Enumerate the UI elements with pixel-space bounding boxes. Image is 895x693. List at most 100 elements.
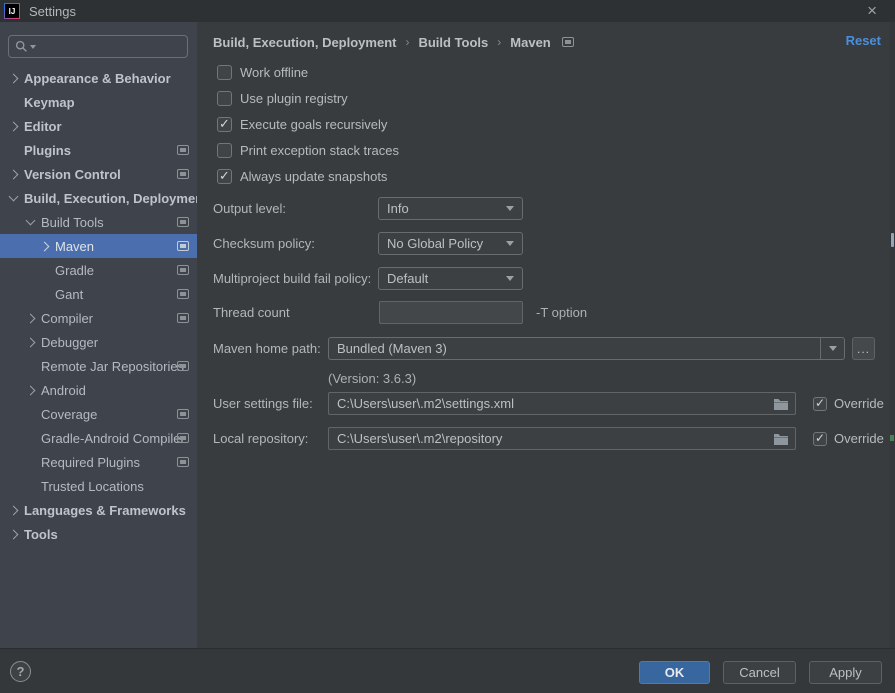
folder-icon[interactable]	[773, 432, 789, 446]
settings-sidebar: Appearance & Behavior Keymap Editor Plug…	[0, 22, 197, 648]
reset-link[interactable]: Reset	[846, 33, 881, 48]
checkbox-row-work-offline: ✓ Work offline	[217, 63, 399, 81]
screen-settings-icon	[177, 361, 189, 371]
checkbox[interactable]: ✓	[217, 91, 232, 106]
screen-settings-icon	[177, 169, 189, 179]
checkbox[interactable]: ✓	[217, 65, 232, 80]
settings-dialog: Settings × Appearance & Behavior Keymap …	[0, 0, 895, 693]
screen-settings-icon	[177, 433, 189, 443]
checksum-policy-select[interactable]: No Global Policy	[378, 232, 523, 255]
chevron-right-icon	[9, 529, 19, 539]
screen-settings-icon	[177, 265, 189, 275]
sidebar-item-label: Keymap	[24, 95, 75, 110]
screen-settings-icon	[177, 217, 189, 227]
checkmark-icon: ✓	[219, 168, 230, 184]
sidebar-item-coverage[interactable]: Coverage	[0, 402, 197, 426]
scrollbar-thumb[interactable]	[891, 233, 894, 247]
user-settings-input[interactable]	[328, 392, 796, 415]
search-icon	[15, 40, 28, 53]
sidebar-item-editor[interactable]: Editor	[0, 114, 197, 138]
sidebar-item-label: Tools	[24, 527, 58, 542]
sidebar-item-build-execution-deployment[interactable]: Build, Execution, Deployment	[0, 186, 197, 210]
dropdown-arrow-button[interactable]	[820, 338, 844, 359]
chevron-right-icon	[26, 313, 36, 323]
sidebar-item-label: Appearance & Behavior	[24, 71, 171, 86]
breadcrumb: Build, Execution, Deployment › Build Too…	[213, 32, 574, 52]
checkbox[interactable]: ✓	[217, 143, 232, 158]
user-settings-override: ✓ Override	[813, 392, 884, 415]
checkbox-row-execute-goals-recursively: ✓ Execute goals recursively	[217, 115, 399, 133]
thread-count-hint: -T option	[536, 305, 587, 320]
maven-home-select[interactable]: Bundled (Maven 3)	[328, 337, 845, 360]
sidebar-item-languages-frameworks[interactable]: Languages & Frameworks	[0, 498, 197, 522]
close-icon[interactable]: ×	[867, 0, 877, 22]
chevron-right-icon	[26, 385, 36, 395]
sidebar-item-label: Android	[41, 383, 86, 398]
sidebar-item-label: Editor	[24, 119, 62, 134]
sidebar-item-version-control[interactable]: Version Control	[0, 162, 197, 186]
sidebar-item-label: Required Plugins	[41, 455, 140, 470]
checkmark-icon: ✓	[815, 396, 825, 410]
sidebar-item-tools[interactable]: Tools	[0, 522, 197, 546]
sidebar-item-keymap[interactable]: Keymap	[0, 90, 197, 114]
sidebar-item-trusted-locations[interactable]: Trusted Locations	[0, 474, 197, 498]
browse-button[interactable]: ...	[852, 337, 875, 360]
sidebar-item-label: Maven	[55, 239, 94, 254]
override-checkbox[interactable]: ✓	[813, 397, 827, 411]
sidebar-item-label: Plugins	[24, 143, 71, 158]
window-title: Settings	[29, 4, 76, 19]
sidebar-item-gant[interactable]: Gant	[0, 282, 197, 306]
sidebar-item-build-tools[interactable]: Build Tools	[0, 210, 197, 234]
sidebar-item-label: Coverage	[41, 407, 97, 422]
checkbox-row-always-update-snapshots: ✓ Always update snapshots	[217, 167, 399, 185]
sidebar-item-plugins[interactable]: Plugins	[0, 138, 197, 162]
breadcrumb-item[interactable]: Build, Execution, Deployment	[213, 35, 396, 50]
breadcrumb-item[interactable]: Build Tools	[418, 35, 488, 50]
folder-icon[interactable]	[773, 397, 789, 411]
search-input[interactable]	[8, 35, 188, 58]
sidebar-item-debugger[interactable]: Debugger	[0, 330, 197, 354]
help-button[interactable]: ?	[10, 661, 31, 682]
sidebar-item-appearance-behavior[interactable]: Appearance & Behavior	[0, 66, 197, 90]
ok-button[interactable]: OK	[639, 661, 710, 684]
sidebar-item-compiler[interactable]: Compiler	[0, 306, 197, 330]
sidebar-item-maven[interactable]: Maven	[0, 234, 197, 258]
checkbox-row-print-exception-stack-traces: ✓ Print exception stack traces	[217, 141, 399, 159]
thread-count-input[interactable]	[379, 301, 523, 324]
sidebar-item-android[interactable]: Android	[0, 378, 197, 402]
sidebar-item-label: Languages & Frameworks	[24, 503, 186, 518]
sidebar-item-required-plugins[interactable]: Required Plugins	[0, 450, 197, 474]
dropdown-arrow-icon	[506, 206, 514, 211]
screen-settings-icon	[177, 409, 189, 419]
output-level-select[interactable]: Info	[378, 197, 523, 220]
sidebar-item-remote-jar-repositories[interactable]: Remote Jar Repositories	[0, 354, 197, 378]
select-value: No Global Policy	[387, 236, 483, 251]
chevron-right-icon	[40, 241, 50, 251]
checkmark-icon: ✓	[815, 431, 825, 445]
multiproject-policy-select[interactable]: Default	[378, 267, 523, 290]
override-label: Override	[834, 396, 884, 411]
cancel-button[interactable]: Cancel	[723, 661, 796, 684]
breadcrumb-item[interactable]: Maven	[510, 35, 550, 50]
local-repo-override: ✓ Override	[813, 427, 884, 450]
search-history-caret-icon[interactable]	[30, 45, 36, 49]
dropdown-arrow-icon	[506, 241, 514, 246]
multiproject-policy-label: Multiproject build fail policy:	[213, 267, 371, 290]
override-checkbox[interactable]: ✓	[813, 432, 827, 446]
maven-settings-panel: Build, Execution, Deployment › Build Too…	[197, 22, 895, 648]
chevron-down-icon	[9, 192, 19, 202]
sidebar-item-gradle-android-compiler[interactable]: Gradle-Android Compiler	[0, 426, 197, 450]
checkbox[interactable]: ✓	[217, 169, 232, 184]
screen-settings-icon	[177, 457, 189, 467]
scrollbar-track[interactable]	[890, 22, 895, 648]
output-level-label: Output level:	[213, 197, 286, 220]
breadcrumb-separator: ›	[497, 35, 501, 49]
chevron-down-icon	[26, 216, 36, 226]
sidebar-item-gradle[interactable]: Gradle	[0, 258, 197, 282]
apply-button[interactable]: Apply	[809, 661, 882, 684]
local-repo-input[interactable]	[328, 427, 796, 450]
dropdown-arrow-icon	[506, 276, 514, 281]
user-settings-label: User settings file:	[213, 392, 313, 415]
checkbox[interactable]: ✓	[217, 117, 232, 132]
checkbox-label: Use plugin registry	[240, 91, 348, 106]
